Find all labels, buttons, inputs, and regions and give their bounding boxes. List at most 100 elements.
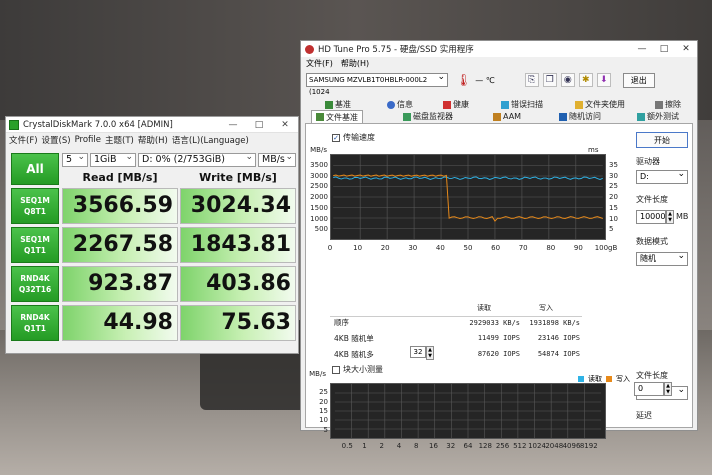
info-icon: [387, 100, 395, 109]
y-tick-label: 5: [323, 425, 328, 434]
write-value: 54874 IOPS: [537, 350, 580, 358]
x-tick-label: 90: [573, 244, 583, 252]
y-tick-label-left: 3000: [310, 171, 328, 180]
minimize-button[interactable]: —: [631, 44, 653, 54]
block-size-graph: [330, 383, 606, 439]
file-length-spinner[interactable]: ▲ ▼: [666, 210, 674, 224]
extra-tests-icon: [637, 112, 645, 121]
y-tick-label-left: 1000: [310, 214, 328, 223]
tab-file-benchmark[interactable]: 文件基准: [311, 110, 363, 123]
row-label-line2: Q8T1: [24, 207, 46, 216]
menu-file[interactable]: 文件(F): [9, 134, 38, 146]
drive-select[interactable]: SAMSUNG MZVLB1T0HBLR-000L2 (1024: [306, 71, 448, 96]
row-seq1m-q8t1-button[interactable]: SEQ1M Q8T1: [11, 188, 59, 224]
maximize-button[interactable]: □: [653, 44, 675, 54]
close-button[interactable]: ✕: [675, 44, 697, 54]
file-length2-label: 文件长度: [636, 371, 668, 380]
options-icon[interactable]: ✱: [578, 73, 593, 87]
tab-random-access[interactable]: 随机访问: [559, 111, 601, 122]
delay-spinner[interactable]: ▲ ▼: [664, 382, 672, 396]
hdtune-title: HD Tune Pro 5.75 - 硬盘/SSD 实用程序: [318, 45, 474, 55]
menu-theme[interactable]: 主题(T): [105, 134, 134, 146]
monitor-icon: [403, 112, 411, 121]
table-row: 顺序 2929033 KB/s 1931898 KB/s: [330, 316, 582, 328]
block-size-label: 块大小测量: [343, 365, 383, 374]
data-mode-select[interactable]: 随机: [636, 250, 688, 266]
tab-extra-tests[interactable]: 额外测试: [637, 111, 679, 122]
cdm-title: CrystalDiskMark 7.0.0 x64 [ADMIN]: [23, 119, 173, 130]
legend-read-swatch: [578, 376, 584, 382]
y-tick-label-right: 25: [609, 182, 618, 191]
menu-file[interactable]: 文件(F): [306, 58, 333, 69]
read-value-rnd4k-q32t16: 923.87: [62, 266, 178, 302]
x-tick-label: 80: [546, 244, 556, 252]
delay-label: 延迟: [636, 411, 652, 420]
read-value: 87620 IOPS: [477, 350, 520, 358]
exit-button[interactable]: 退出: [622, 72, 655, 88]
row-label-line2: Q1T1: [24, 246, 46, 255]
tab-label: 基准: [335, 100, 351, 109]
write-value: 1931898 KB/s: [529, 318, 580, 327]
minimize-button[interactable]: —: [220, 120, 246, 130]
y-tick-label-left: 3500: [310, 160, 328, 169]
legend-write-label: 写入: [616, 375, 630, 383]
delay-input[interactable]: 0: [634, 382, 664, 396]
queue-depth-spinner[interactable]: ▲ ▼: [426, 346, 434, 360]
run-all-button[interactable]: All: [11, 153, 59, 185]
tab-folder-usage[interactable]: 文件夹使用: [575, 99, 625, 110]
row-rnd4k-q1t1-button[interactable]: RND4K Q1T1: [11, 305, 59, 341]
tab-health[interactable]: 健康: [443, 99, 469, 110]
tab-label: 信息: [397, 100, 413, 109]
cdm-title-bar: CrystalDiskMark 7.0.0 x64 [ADMIN] — □ ✕: [6, 117, 298, 133]
x-tick-label: 70: [518, 244, 528, 252]
drive-select[interactable]: D: 0% (2/753GiB): [138, 151, 256, 167]
x-tick-label: 10: [353, 244, 363, 252]
test-count-select[interactable]: 5: [62, 151, 88, 167]
y-tick-label: 15: [319, 407, 328, 415]
menu-help[interactable]: 帮助(H): [341, 58, 369, 69]
maximize-button[interactable]: □: [246, 120, 272, 130]
menu-help[interactable]: 帮助(H): [138, 134, 168, 146]
queue-depth-input[interactable]: 32: [410, 346, 426, 358]
camera-icon[interactable]: ◉: [560, 73, 575, 87]
drive-letter-select[interactable]: D:: [636, 168, 688, 184]
test-size-select[interactable]: 1GiB: [90, 151, 136, 167]
menu-language[interactable]: 语言(L)(Language): [172, 134, 249, 146]
tab-disk-monitor[interactable]: 磁盘监视器: [403, 111, 453, 122]
hdtune-window: HD Tune Pro 5.75 - 硬盘/SSD 实用程序 — □ ✕ 文件(…: [300, 40, 698, 450]
menu-settings[interactable]: 设置(S): [42, 134, 71, 146]
row-label-line2: Q1T1: [24, 324, 46, 333]
row-label-line1: SEQ1M: [20, 196, 50, 205]
tab-benchmark[interactable]: 基准: [325, 99, 351, 110]
download-icon[interactable]: ⬇: [596, 73, 611, 87]
file-length-input[interactable]: 100000: [636, 210, 671, 224]
close-button[interactable]: ✕: [272, 120, 298, 130]
start-button[interactable]: 开始: [636, 132, 688, 148]
row-label: 顺序: [334, 318, 349, 327]
temperature-readout: — ℃: [475, 75, 495, 85]
x-tick-label: 30: [408, 244, 418, 252]
copy-all-icon[interactable]: ❐: [542, 73, 557, 87]
tab-error-scan[interactable]: 错误扫描: [501, 99, 543, 110]
row-label-line1: RND4K: [20, 274, 50, 283]
copy-icon[interactable]: ⎘: [524, 73, 539, 87]
write-value-seq1m-q8t1: 3024.34: [180, 188, 296, 224]
write-value: 23146 IOPS: [537, 334, 580, 342]
tab-erase[interactable]: 擦除: [655, 99, 681, 110]
menu-profile[interactable]: Profile: [75, 135, 101, 145]
error-scan-icon: [501, 100, 509, 109]
row-seq1m-q1t1-button[interactable]: SEQ1M Q1T1: [11, 227, 59, 263]
tab-aam[interactable]: AAM: [493, 111, 521, 122]
write-header: Write [MB/s]: [199, 170, 277, 184]
block-size-checkbox[interactable]: 块大小测量: [332, 364, 383, 375]
y-tick-label-left: 1500: [310, 203, 328, 212]
unit-select[interactable]: MB/s: [258, 151, 296, 167]
tab-strip: 基准 信息 健康 错误扫描 文件夹使用 擦除 文件基准 磁盘监视器 AAM 随机…: [305, 99, 693, 123]
tab-info[interactable]: 信息: [387, 99, 413, 110]
x-tick-label: 50: [463, 244, 473, 252]
y-tick-label-right: 10: [609, 214, 618, 223]
row-rnd4k-q32t16-button[interactable]: RND4K Q32T16: [11, 266, 59, 302]
transfer-rate-graph: [330, 154, 606, 240]
y-tick-label-right: 5: [609, 225, 614, 234]
transfer-rate-checkbox[interactable]: ✓ 传输速度: [332, 132, 375, 143]
